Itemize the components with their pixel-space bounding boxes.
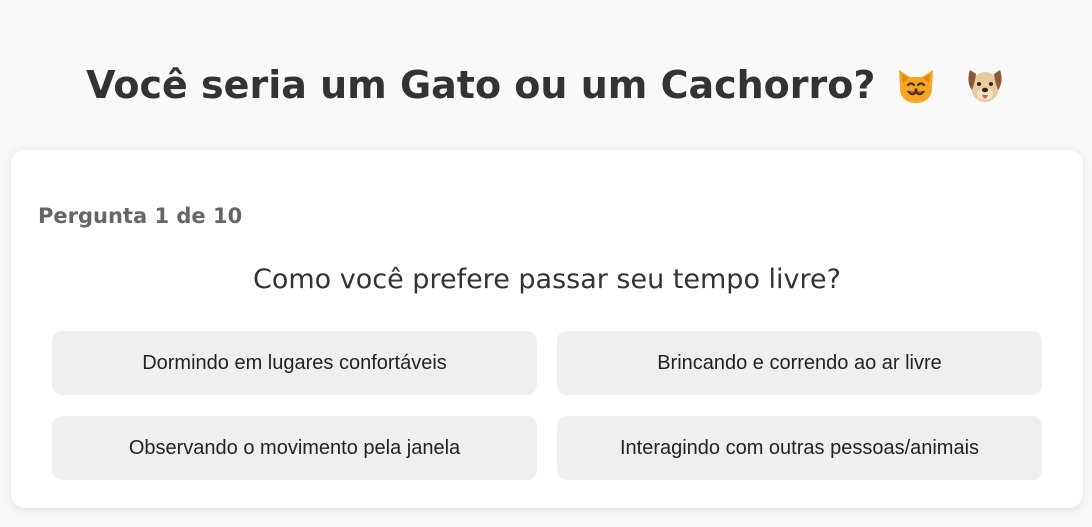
page-title: Você seria um Gato ou um Cachorro? (0, 58, 1092, 112)
answer-option-3[interactable]: Observando o movimento pela janela (52, 416, 537, 480)
quiz-card: Pergunta 1 de 10 Como você prefere passa… (11, 150, 1083, 508)
answer-option-1[interactable]: Dormindo em lugares confortáveis (52, 331, 537, 395)
page-title-text: Você seria um Gato ou um Cachorro? (86, 63, 876, 107)
answer-option-4[interactable]: Interagindo com outras pessoas/animais (557, 416, 1042, 480)
question-text: Como você prefere passar seu tempo livre… (253, 264, 841, 295)
cat-face-icon (895, 64, 937, 106)
answer-option-2[interactable]: Brincando e correndo ao ar livre (557, 331, 1042, 395)
quiz-page: Você seria um Gato ou um Cachorro? Pergu… (0, 0, 1092, 527)
dog-face-icon (964, 64, 1006, 106)
question-progress: Pergunta 1 de 10 (38, 204, 243, 228)
answer-options: Dormindo em lugares confortáveis Brincan… (52, 331, 1042, 480)
